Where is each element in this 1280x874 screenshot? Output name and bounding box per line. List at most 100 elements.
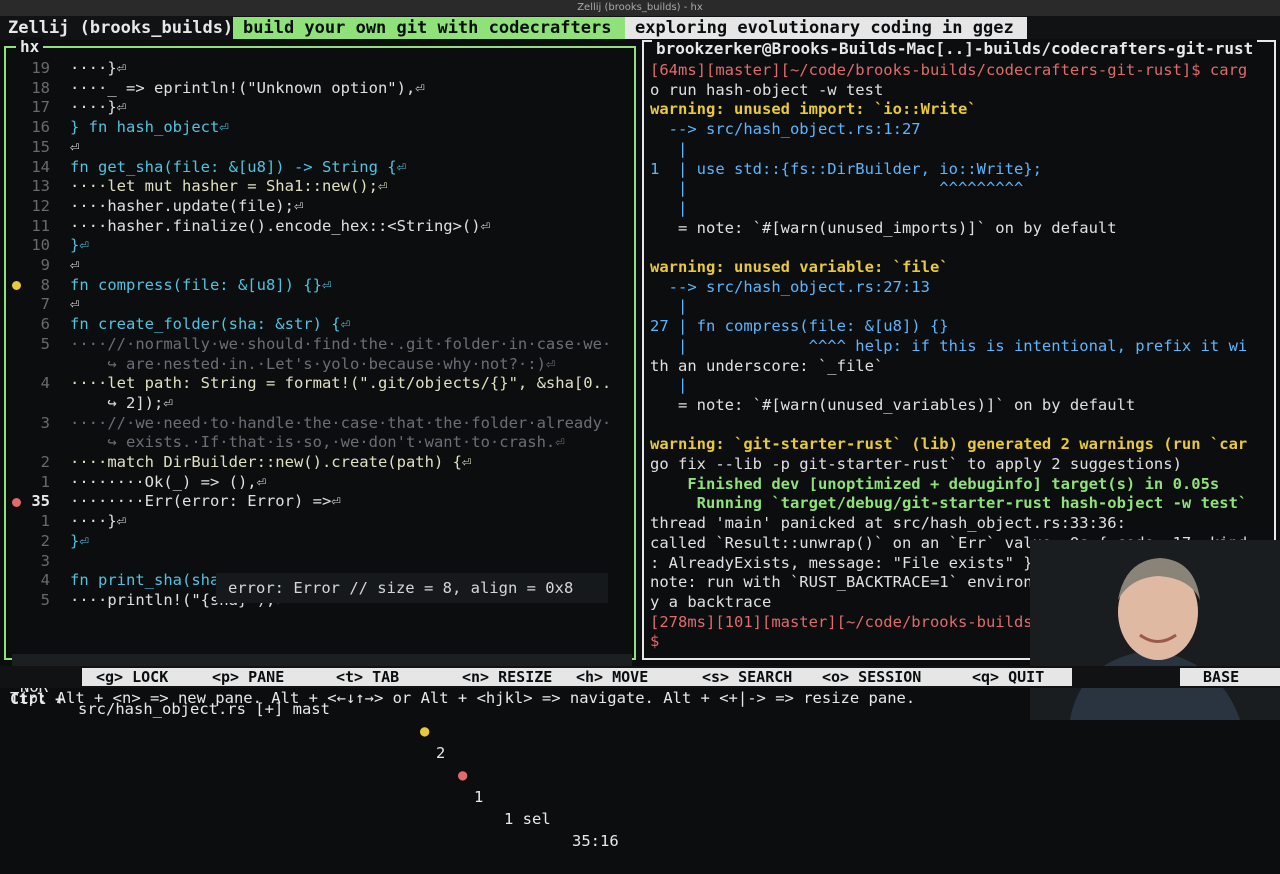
error-count: 1 <box>474 788 484 806</box>
line-text: } fn hash_object⏎ <box>70 118 229 137</box>
line-text: ····}⏎ <box>70 512 126 531</box>
terminal-line: | ^^^^^^^^^ <box>650 179 1024 198</box>
line-text: ····}⏎ <box>70 98 126 117</box>
code-line[interactable]: 3 <box>6 551 626 571</box>
line-number: 1 <box>40 512 50 531</box>
keybinding-session: <o> SESSION <box>808 668 966 686</box>
warning-count: 2 <box>436 744 446 762</box>
code-line[interactable]: 17 ····}⏎ <box>6 97 626 117</box>
code-line[interactable]: 11 ····hasher.finalize().encode_hex::<Str… <box>6 216 626 236</box>
terminal-pane-title: brookzerker@Brooks-Builds-Mac[..]-builds… <box>652 39 1258 58</box>
code-line[interactable]: 18 ····_ => eprintln!("Unknown option"),⏎ <box>6 78 626 98</box>
line-text: ↪ exists.·If·that·is·so,·we·don't·want·t… <box>70 433 565 452</box>
line-text: ····let path: String = format!(".git/obj… <box>70 374 612 393</box>
keybinding-key: <t> <box>336 668 364 686</box>
terminal-line: 1 | use std::{fs::DirBuilder, io::Write}… <box>650 159 1042 178</box>
keybinding-key: <q> <box>972 668 1000 686</box>
line-text: ⏎ <box>70 137 80 156</box>
line-text: fn get_sha(file: &[u8]) -> String {⏎ <box>70 157 406 176</box>
line-number: 14 <box>31 157 50 176</box>
keybinding-key: <s> <box>702 668 730 686</box>
warning-gutter-icon <box>12 281 21 290</box>
line-number: 16 <box>31 118 50 137</box>
hover-tooltip: error: Error // size = 8, align = 0x8 <box>216 573 608 603</box>
terminal-line: | ^^^^ help: if this is intentional, pre… <box>650 336 1248 355</box>
code-line[interactable]: 4 ····let path: String = format!(".git/ob… <box>6 373 626 393</box>
code-line[interactable]: 19 ····}⏎ <box>6 58 626 78</box>
line-number: 3 <box>40 551 50 570</box>
line-number: 17 <box>31 98 50 117</box>
code-line[interactable]: 1 ····}⏎ <box>6 511 626 531</box>
code-line[interactable]: 6 fn create_folder(sha: &str) {⏎ <box>6 314 626 334</box>
keybinding-resize: <n> RESIZE <box>448 668 576 686</box>
keybinding-base: BASE <box>1180 668 1280 686</box>
code-line[interactable]: 1 ········Ok(_) => (),⏎ <box>6 472 626 492</box>
terminal-line: [64ms][master][~/code/brooks-builds/code… <box>650 61 1248 79</box>
line-number: 9 <box>40 256 50 274</box>
tab-evolutionary-coding[interactable]: exploring evolutionary coding in ggez <box>625 17 1027 39</box>
line-number: 12 <box>31 196 50 215</box>
code-line[interactable]: 5 ····//·normally·we·should·find·the·.git… <box>6 334 626 354</box>
keybinding-label: TAB <box>372 668 400 686</box>
terminal-line: Running `target/debug/git-starter-rust h… <box>650 494 1248 513</box>
keybinding-label: LOCK <box>132 668 169 686</box>
line-number: 19 <box>31 59 50 77</box>
code-line[interactable]: 10}⏎ <box>6 235 626 255</box>
terminal-line: --> src/hash_object.rs:1:27 <box>650 120 921 139</box>
code-line[interactable]: 2}⏎ <box>6 531 626 551</box>
tab-build-git[interactable]: build your own git with codecrafters <box>233 17 625 39</box>
code-line[interactable]: 3 ····//·we·need·to·handle·the·case·that·… <box>6 413 626 433</box>
keybinding-label: QUIT <box>1008 668 1045 686</box>
editor-pane[interactable]: hx 19 ····}⏎ 18 ····_ => eprintln!("Unknown… <box>4 37 636 850</box>
terminal-line: | <box>650 297 688 316</box>
code-line[interactable]: 2 ····match DirBuilder::new().create(path… <box>6 452 626 472</box>
line-number: 6 <box>40 315 50 334</box>
keybinding-label: BASE <box>1203 668 1240 686</box>
terminal-line: o run hash-object -w test <box>650 80 884 99</box>
line-number: 18 <box>31 78 50 97</box>
line-number: 10 <box>31 236 50 255</box>
terminal-line: warning: `git-starter-rust` (lib) genera… <box>650 435 1248 454</box>
cursor-position: 35:16 <box>572 832 619 850</box>
code-line[interactable]: ↪ 2]);⏎ <box>6 393 626 413</box>
line-number: 4 <box>40 571 50 590</box>
keybinding-lock: <g> LOCK <box>82 668 210 686</box>
line-number: 4 <box>40 374 50 393</box>
code-line[interactable]: ↪ exists.·If·that·is·so,·we·don't·want·t… <box>6 432 626 452</box>
line-number: 7 <box>40 295 50 314</box>
terminal-line: | <box>650 139 688 158</box>
line-text: ····hasher.finalize().encode_hex::<Strin… <box>70 216 490 235</box>
line-text: ⏎ <box>70 295 80 314</box>
line-text: ········Err(error: Error) =>⏎ <box>70 492 341 511</box>
terminal-line: = note: `#[warn(unused_variables)]` on b… <box>650 395 1136 414</box>
line-text: ········Ok(_) => (),⏎ <box>70 472 266 491</box>
keybinding-label: SEARCH <box>738 668 793 686</box>
editor-pane-title: hx <box>16 37 44 56</box>
code-line[interactable]: 9 ⏎ <box>6 255 626 275</box>
tab-bar: Zellij (brooks_builds) build your own gi… <box>0 16 1280 40</box>
terminal-line: warning: unused variable: `file` <box>650 258 949 276</box>
code-line[interactable]: 12 ····hasher.update(file);⏎ <box>6 196 626 216</box>
code-line[interactable]: 15 ⏎ <box>6 137 626 157</box>
line-text: ↪ are·nested·in.·Let's·yolo·because·why·… <box>70 354 556 373</box>
keybinding-key: <o> <box>822 668 850 686</box>
code-line[interactable]: 16 } fn hash_object⏎ <box>6 117 626 137</box>
line-number: 11 <box>31 216 50 235</box>
code-line[interactable]: 35 ········Err(error: Error) =>⏎ <box>6 491 626 511</box>
line-text: ····let mut hasher = Sha1::new();⏎ <box>70 177 388 196</box>
terminal-line: th an underscore: `_file` <box>650 356 884 375</box>
code-line[interactable]: 14 fn get_sha(file: &[u8]) -> String {⏎ <box>6 157 626 177</box>
code-line[interactable]: ↪ are·nested·in.·Let's·yolo·because·why·… <box>6 354 626 374</box>
terminal-line: | <box>650 198 688 217</box>
keybinding-key: <h> <box>576 668 604 686</box>
keybinding-key: <p> <box>212 668 240 686</box>
tip-text: Tip: Alt + <n> => new pane. Alt + <←↓↑→>… <box>10 689 916 707</box>
error-count-icon: ● <box>458 766 468 784</box>
code-line[interactable]: 8 fn compress(file: &[u8]) {}⏎ <box>6 275 626 295</box>
line-number: 13 <box>31 177 50 196</box>
terminal-line: Finished dev [unoptimized + debuginfo] t… <box>650 474 1220 493</box>
code-line[interactable]: 13 ····let mut hasher = Sha1::new();⏎ <box>6 176 626 196</box>
keybinding-key: <n> <box>462 668 490 686</box>
code-line[interactable]: 7 ⏎ <box>6 294 626 314</box>
line-number: 2 <box>40 531 50 550</box>
